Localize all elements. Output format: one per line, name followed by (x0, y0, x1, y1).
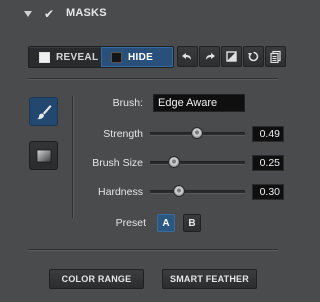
copy-icon (270, 50, 281, 63)
reveal-label: REVEAL (56, 51, 99, 63)
invert-mask-icon (226, 51, 237, 62)
undo-arrow-icon (182, 53, 191, 60)
reset-icon (248, 51, 259, 62)
brush-size-slider-thumb[interactable] (167, 156, 180, 168)
reset-button[interactable] (243, 46, 264, 67)
expand-collapse-arrow-icon[interactable] (24, 11, 32, 17)
smart-feather-button[interactable]: SMART FEATHER (162, 269, 257, 289)
invert-mask-button[interactable] (221, 46, 242, 67)
brush-tool-button[interactable] (29, 97, 58, 126)
divider (28, 249, 278, 250)
preset-a-button[interactable]: A (157, 214, 175, 232)
brush-icon (36, 104, 51, 119)
reveal-hide-toggle: REVEAL HIDE (28, 46, 174, 68)
strength-label: Strength (103, 128, 143, 140)
copy-mask-button[interactable] (265, 46, 286, 67)
reveal-option[interactable]: REVEAL (29, 47, 101, 67)
hide-label: HIDE (128, 51, 154, 63)
masks-enabled-checkbox[interactable]: ✔ (44, 8, 56, 20)
preset-label: Preset (115, 217, 146, 229)
brush-type-dropdown[interactable]: Edge Aware (153, 94, 245, 112)
hardness-slider-track[interactable] (150, 190, 245, 193)
redo-button[interactable] (199, 46, 220, 67)
strength-value-field[interactable]: 0.49 (252, 126, 284, 142)
hardness-slider-thumb[interactable] (172, 185, 185, 197)
brush-size-slider-track[interactable] (150, 161, 245, 164)
gradient-icon (36, 149, 51, 162)
strength-slider-thumb[interactable] (190, 127, 203, 139)
undo-button[interactable] (177, 46, 198, 67)
brush-size-label: Brush Size (92, 157, 143, 169)
white-swatch-icon (39, 51, 50, 63)
divider (28, 78, 278, 79)
hide-option[interactable]: HIDE (101, 47, 173, 67)
redo-arrow-icon (206, 53, 215, 60)
preset-b-button[interactable]: B (183, 214, 201, 232)
brush-label: Brush: (112, 97, 143, 109)
hardness-value-field[interactable]: 0.30 (252, 184, 284, 200)
brush-size-value-field[interactable]: 0.25 (252, 155, 284, 171)
vertical-divider (72, 96, 73, 218)
gradient-tool-button[interactable] (29, 141, 58, 170)
hardness-label: Hardness (98, 186, 143, 198)
panel-title: MASKS (66, 7, 107, 19)
color-range-button[interactable]: COLOR RANGE (49, 269, 144, 289)
black-swatch-icon (111, 51, 122, 63)
